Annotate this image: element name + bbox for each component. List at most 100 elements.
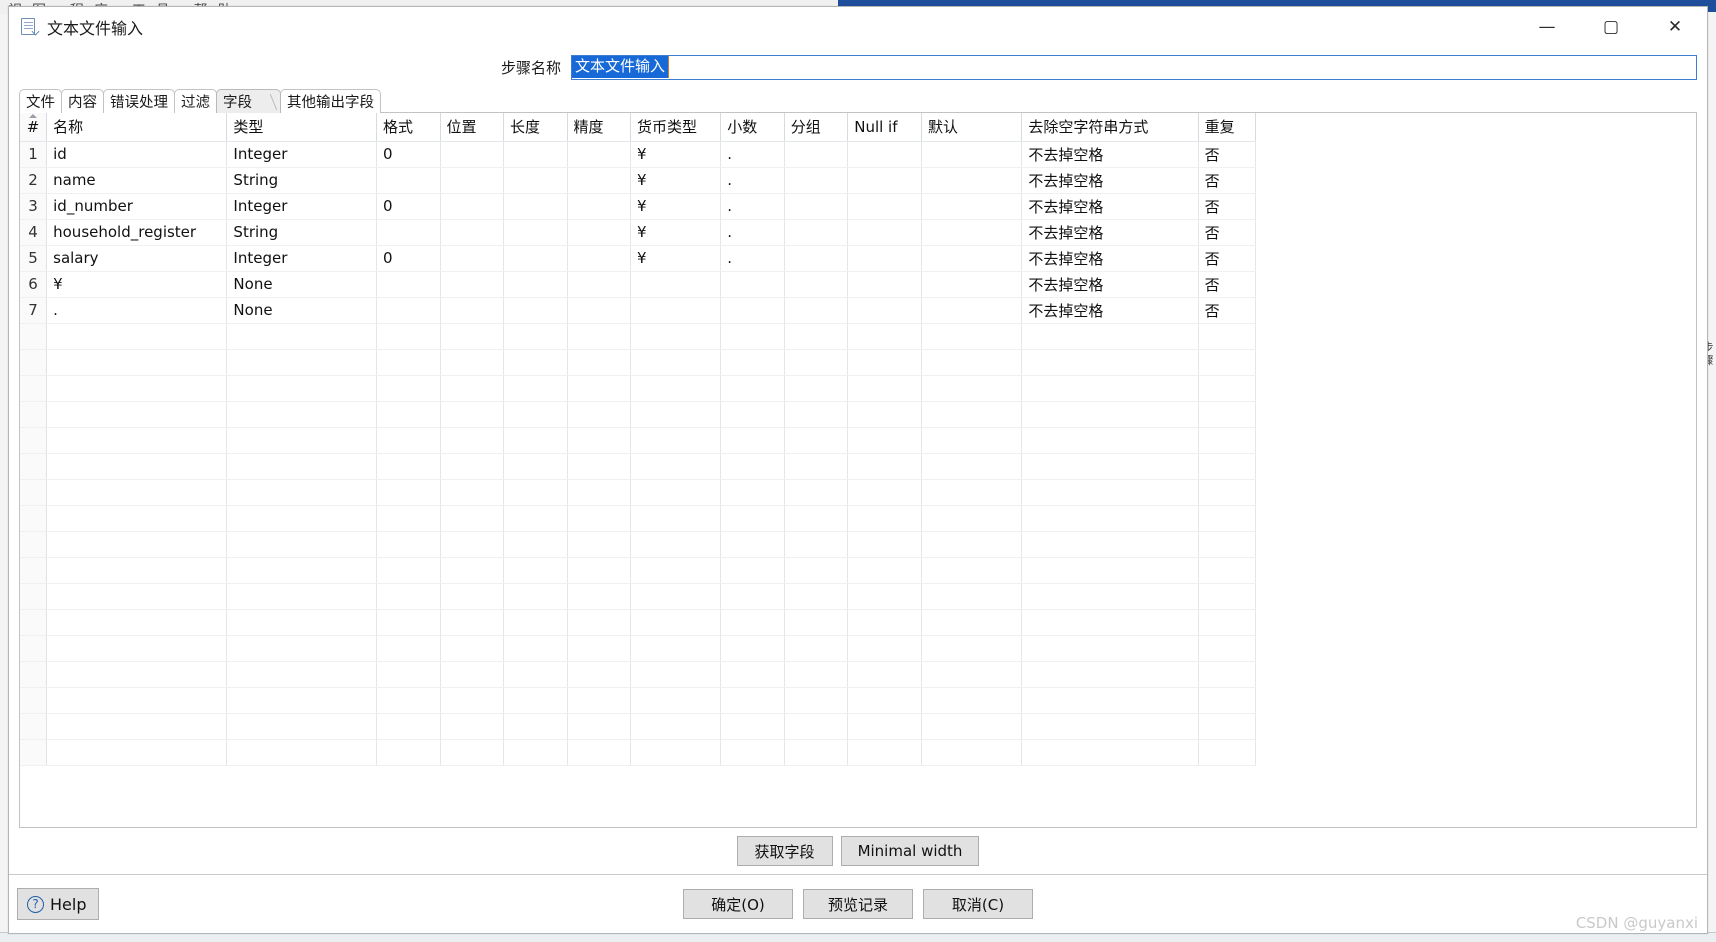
cell-empty[interactable] [226, 479, 377, 506]
cell-empty[interactable] [847, 609, 922, 636]
cell-trim-type[interactable]: 不去掉空格 [1021, 297, 1199, 324]
cell-empty[interactable] [567, 349, 632, 376]
cell-currency[interactable]: ¥ [630, 245, 722, 272]
table-row[interactable]: 4 household_register String ¥. 不去掉空格否 [20, 219, 1257, 246]
cell-empty[interactable] [567, 583, 632, 610]
cell-group[interactable] [784, 167, 849, 194]
table-row-empty[interactable] [20, 531, 1257, 558]
cell-empty[interactable] [46, 427, 228, 454]
table-row[interactable]: 3 id_number Integer 0 ¥. 不去掉空格否 [20, 193, 1257, 220]
cell-empty[interactable] [1021, 713, 1199, 740]
cell-repeat[interactable]: 否 [1198, 167, 1257, 194]
ok-button[interactable]: 确定(O) [683, 889, 793, 919]
table-row[interactable]: 7. None 不去掉空格否 [20, 297, 1257, 324]
cell-null-if[interactable] [847, 245, 922, 272]
tab-file[interactable]: 文件 [19, 89, 62, 113]
table-row-empty[interactable] [20, 661, 1257, 688]
minimize-icon[interactable]: — [1515, 7, 1579, 47]
help-button[interactable]: ? Help [17, 888, 100, 920]
table-row-empty[interactable] [20, 609, 1257, 636]
cell-empty[interactable] [503, 661, 568, 688]
cell-name[interactable]: id_number [46, 193, 228, 220]
cell-empty[interactable] [503, 635, 568, 662]
cell-name[interactable]: ¥ [46, 271, 228, 298]
cell-default[interactable] [921, 219, 1023, 246]
cell-precision[interactable] [567, 271, 632, 298]
cell-format[interactable] [376, 167, 441, 194]
get-fields-button[interactable]: 获取字段 [736, 836, 833, 866]
cell-empty[interactable] [630, 557, 722, 584]
cell-empty[interactable] [720, 323, 785, 350]
cell-empty[interactable] [921, 479, 1023, 506]
cell-empty[interactable] [720, 739, 785, 766]
cell-empty[interactable] [567, 427, 632, 454]
cell-empty[interactable] [1021, 583, 1199, 610]
cell-type[interactable]: Integer [226, 245, 377, 272]
cell-empty[interactable] [784, 401, 849, 428]
cell-empty[interactable] [567, 609, 632, 636]
cell-empty[interactable] [1021, 427, 1199, 454]
cell-empty[interactable] [376, 349, 441, 376]
cell-empty[interactable] [784, 323, 849, 350]
maximize-icon[interactable]: ▢ [1579, 7, 1643, 47]
cell-empty[interactable] [503, 479, 568, 506]
cell-empty[interactable] [226, 505, 377, 532]
column-header-group[interactable]: 分组 [784, 113, 849, 142]
cell-precision[interactable] [567, 141, 632, 168]
cell-empty[interactable] [376, 427, 441, 454]
table-row-empty[interactable] [20, 479, 1257, 506]
cell-empty[interactable] [376, 531, 441, 558]
cell-empty[interactable] [1198, 635, 1257, 662]
cell-trim-type[interactable]: 不去掉空格 [1021, 219, 1199, 246]
cell-empty[interactable] [46, 739, 228, 766]
cell-position[interactable] [440, 271, 505, 298]
cell-type[interactable]: None [226, 271, 377, 298]
cell-name[interactable]: household_register [46, 219, 228, 246]
cell-empty[interactable] [20, 713, 48, 740]
cell-empty[interactable] [20, 661, 48, 688]
cell-empty[interactable] [46, 609, 228, 636]
cell-empty[interactable] [720, 713, 785, 740]
cell-type[interactable]: String [226, 167, 377, 194]
cell-empty[interactable] [503, 609, 568, 636]
cell-empty[interactable] [1198, 557, 1257, 584]
cell-repeat[interactable]: 否 [1198, 245, 1257, 272]
cell-null-if[interactable] [847, 219, 922, 246]
cell-group[interactable] [784, 297, 849, 324]
cell-empty[interactable] [847, 349, 922, 376]
cell-empty[interactable] [20, 375, 48, 402]
cell-empty[interactable] [720, 609, 785, 636]
cell-name[interactable]: id [46, 141, 228, 168]
tab-error-handling[interactable]: 错误处理 [103, 89, 175, 113]
cell-empty[interactable] [921, 505, 1023, 532]
cell-empty[interactable] [784, 375, 849, 402]
cell-empty[interactable] [784, 349, 849, 376]
cell-null-if[interactable] [847, 271, 922, 298]
table-row-empty[interactable] [20, 375, 1257, 402]
column-header-precision[interactable]: 精度 [567, 113, 632, 142]
cell-empty[interactable] [847, 635, 922, 662]
cell-currency[interactable]: ¥ [630, 167, 722, 194]
cell-empty[interactable] [376, 479, 441, 506]
cell-group[interactable] [784, 271, 849, 298]
cell-name[interactable]: salary [46, 245, 228, 272]
cell-empty[interactable] [20, 401, 48, 428]
fields-table-container[interactable]: # 名称 类型 格式 位置 长度 精度 货币类型 小数 分组 Null if 默… [19, 113, 1697, 828]
cell-group[interactable] [784, 193, 849, 220]
cell-empty[interactable] [921, 713, 1023, 740]
cell-currency[interactable] [630, 297, 722, 324]
cell-default[interactable] [921, 167, 1023, 194]
cell-empty[interactable] [503, 557, 568, 584]
cell-empty[interactable] [784, 713, 849, 740]
cell-empty[interactable] [376, 739, 441, 766]
cell-length[interactable] [503, 193, 568, 220]
cell-empty[interactable] [784, 427, 849, 454]
cell-null-if[interactable] [847, 167, 922, 194]
cell-name[interactable]: name [46, 167, 228, 194]
cell-empty[interactable] [847, 427, 922, 454]
cell-empty[interactable] [847, 479, 922, 506]
cell-empty[interactable] [630, 349, 722, 376]
table-row[interactable]: 5 salary Integer 0 ¥. 不去掉空格否 [20, 245, 1257, 272]
cell-format[interactable]: 0 [376, 193, 441, 220]
cell-precision[interactable] [567, 297, 632, 324]
